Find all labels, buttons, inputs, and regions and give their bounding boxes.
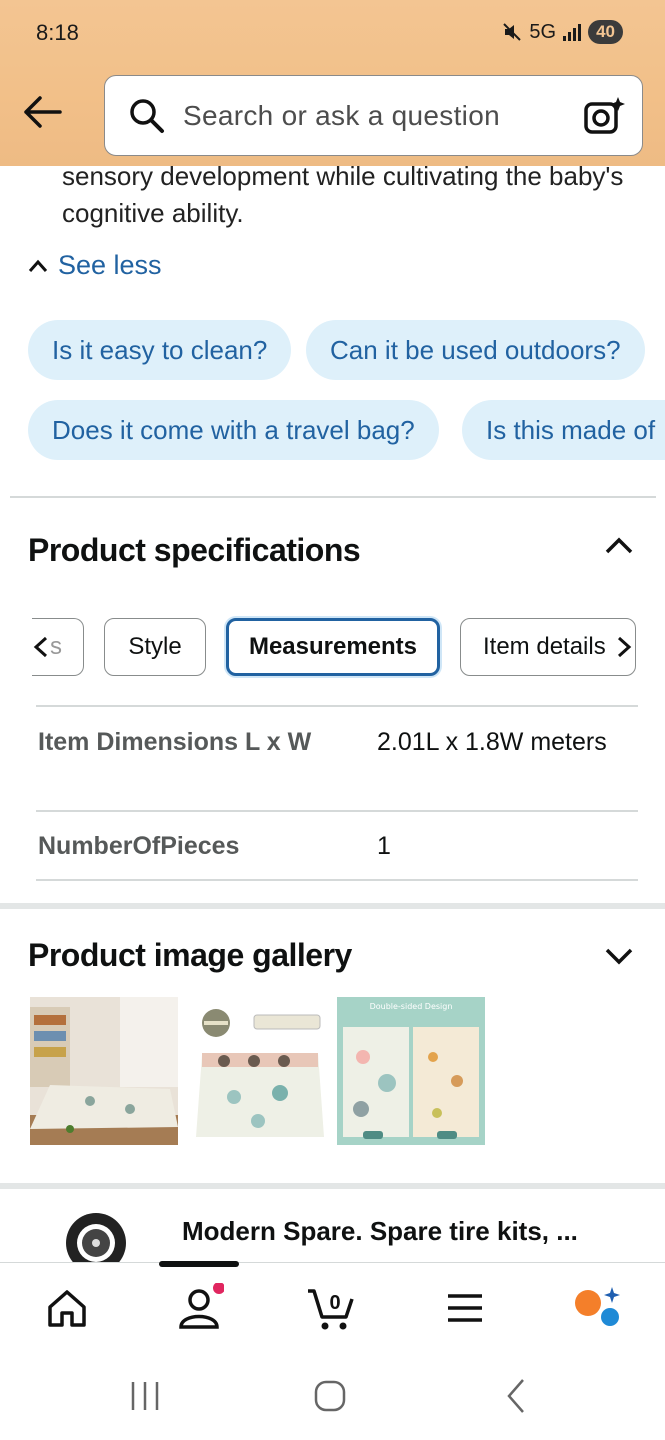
search-icon — [130, 99, 164, 133]
bottom-navigation: 0 — [0, 1261, 665, 1350]
top-header: 8:18 5G 40 Search or ask a question — [0, 0, 665, 166]
tab-style[interactable]: Style — [104, 618, 206, 676]
chevron-right-icon — [617, 636, 632, 658]
thumb-caption: Double-sided Design — [370, 1002, 453, 1011]
chevron-up-icon[interactable] — [603, 530, 635, 562]
rufus-assistant-icon[interactable] — [572, 1283, 622, 1333]
section-divider — [0, 1183, 665, 1189]
account-icon[interactable] — [174, 1283, 224, 1333]
question-chip[interactable]: Does it come with a travel bag? — [28, 400, 439, 460]
tab-previous[interactable]: s — [32, 618, 84, 676]
battery-indicator: 40 — [588, 20, 623, 44]
back-button-icon[interactable] — [497, 1376, 537, 1416]
double-sided-design-image: Double-sided Design — [337, 997, 485, 1145]
product-description: sensory development while cultivating th… — [62, 161, 624, 228]
status-icons: 5G 40 — [501, 20, 623, 44]
camera-lens-icon[interactable] — [582, 94, 626, 138]
table-divider — [36, 705, 638, 707]
gallery-thumbnail[interactable]: Double-sided Design — [337, 997, 485, 1145]
status-time: 8:18 — [36, 20, 79, 45]
spec-key: NumberOfPieces — [38, 832, 240, 860]
home-icon[interactable] — [42, 1283, 92, 1333]
signal-icon — [563, 24, 582, 41]
spec-value: 1 — [377, 832, 391, 860]
tab-measurements[interactable]: Measurements — [226, 618, 440, 676]
question-chip[interactable]: Can it be used outdoors? — [306, 320, 645, 380]
question-chip[interactable]: Is this made of — [462, 400, 665, 460]
cart-icon[interactable]: 0 — [306, 1283, 356, 1333]
mute-icon — [503, 23, 522, 41]
back-arrow-icon[interactable] — [20, 92, 64, 132]
chevron-down-icon[interactable] — [603, 940, 635, 972]
system-navigation-bar — [0, 1350, 665, 1440]
tab-label: s — [50, 633, 62, 660]
chevron-left-icon — [33, 636, 48, 658]
active-tab-indicator — [159, 1261, 239, 1267]
sponsored-ad-text[interactable]: Modern Spare. Spare tire kits, ... — [182, 1212, 612, 1250]
recent-apps-icon[interactable] — [125, 1376, 165, 1416]
gallery-title: Product image gallery — [28, 937, 352, 973]
network-label: 5G — [529, 20, 557, 43]
spec-key: Item Dimensions L x W — [38, 728, 312, 756]
table-divider — [36, 879, 638, 881]
table-divider — [36, 810, 638, 812]
spec-value: 2.01L x 1.8W meters — [377, 728, 607, 756]
tab-item-details[interactable]: Item details — [460, 618, 636, 676]
tab-label: Item details — [483, 633, 606, 660]
section-divider — [0, 903, 665, 909]
menu-icon[interactable] — [440, 1283, 490, 1333]
question-chip[interactable]: Is it easy to clean? — [28, 320, 292, 380]
gallery-thumbnail[interactable] — [30, 997, 178, 1145]
search-input[interactable]: Search or ask a question — [104, 75, 643, 156]
see-less-label: See less — [58, 250, 162, 280]
home-button-icon[interactable] — [310, 1376, 350, 1416]
gallery-thumbnail[interactable] — [184, 997, 332, 1145]
chevron-up-icon — [28, 259, 48, 272]
specs-title: Product specifications — [28, 532, 361, 568]
room-photo-image — [30, 997, 178, 1145]
section-divider — [10, 496, 656, 498]
cart-count: 0 — [329, 1292, 340, 1314]
mat-dimensions-image — [184, 997, 332, 1145]
see-less-link[interactable]: See less — [28, 250, 162, 281]
search-placeholder: Search or ask a question — [183, 100, 500, 131]
